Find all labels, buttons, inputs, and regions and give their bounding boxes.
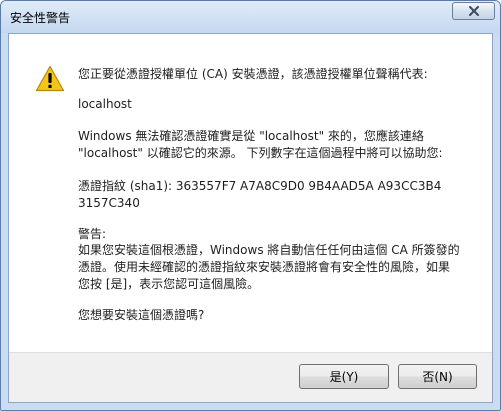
validate-text-line1: Windows 無法確認憑證確實是從 "localhost" 來的，您應該連絡 xyxy=(78,129,424,143)
security-warning-dialog: 安全性警告 您正要從憑證授權單位 (CA) 安裝憑證，該憑證授權單位聲稱代表: … xyxy=(0,0,501,411)
warning-text-line2: 憑證。使用未經確認的憑證指紋來安裝憑證將會有安全性的風險，如果 xyxy=(78,260,451,274)
dialog-client-area: 您正要從憑證授權單位 (CA) 安裝憑證，該憑證授權單位聲稱代表: localh… xyxy=(8,33,493,403)
no-button[interactable]: 否(N) xyxy=(398,364,477,389)
warning-text-line3: 您按 [是]，表示您認可這個風險。 xyxy=(78,277,260,291)
thumbprint-line2: 3157C340 xyxy=(78,196,140,210)
warning-icon xyxy=(35,65,65,95)
close-icon xyxy=(468,6,480,16)
host-name: localhost xyxy=(78,97,132,111)
window-title: 安全性警告 xyxy=(10,11,71,25)
thumbprint-line1: 憑證指紋 (sha1): 363557F7 A7A8C9D0 9B4AAD5A … xyxy=(78,179,442,193)
button-bar: 是(Y) 否(N) xyxy=(9,352,492,402)
title-bar[interactable]: 安全性警告 xyxy=(1,1,500,33)
warning-text-line1: 如果您安裝這個根憑證，Windows 將自動信任任何由這個 CA 所簽發的 xyxy=(78,243,460,257)
intro-text: 您正要從憑證授權單位 (CA) 安裝憑證，該憑證授權單位聲稱代表: xyxy=(78,67,428,81)
yes-button[interactable]: 是(Y) xyxy=(299,364,389,389)
close-button[interactable] xyxy=(452,2,495,20)
dialog-content: 您正要從憑證授權單位 (CA) 安裝憑證，該憑證授權單位聲稱代表: localh… xyxy=(9,34,492,352)
warning-heading: 警告: xyxy=(78,227,107,241)
install-question: 您想要安裝這個憑證嗎? xyxy=(78,308,205,322)
validate-text-line2: "localhost" 以確認它的來源。 下列數字在這個過程中將可以協助您: xyxy=(78,146,443,160)
